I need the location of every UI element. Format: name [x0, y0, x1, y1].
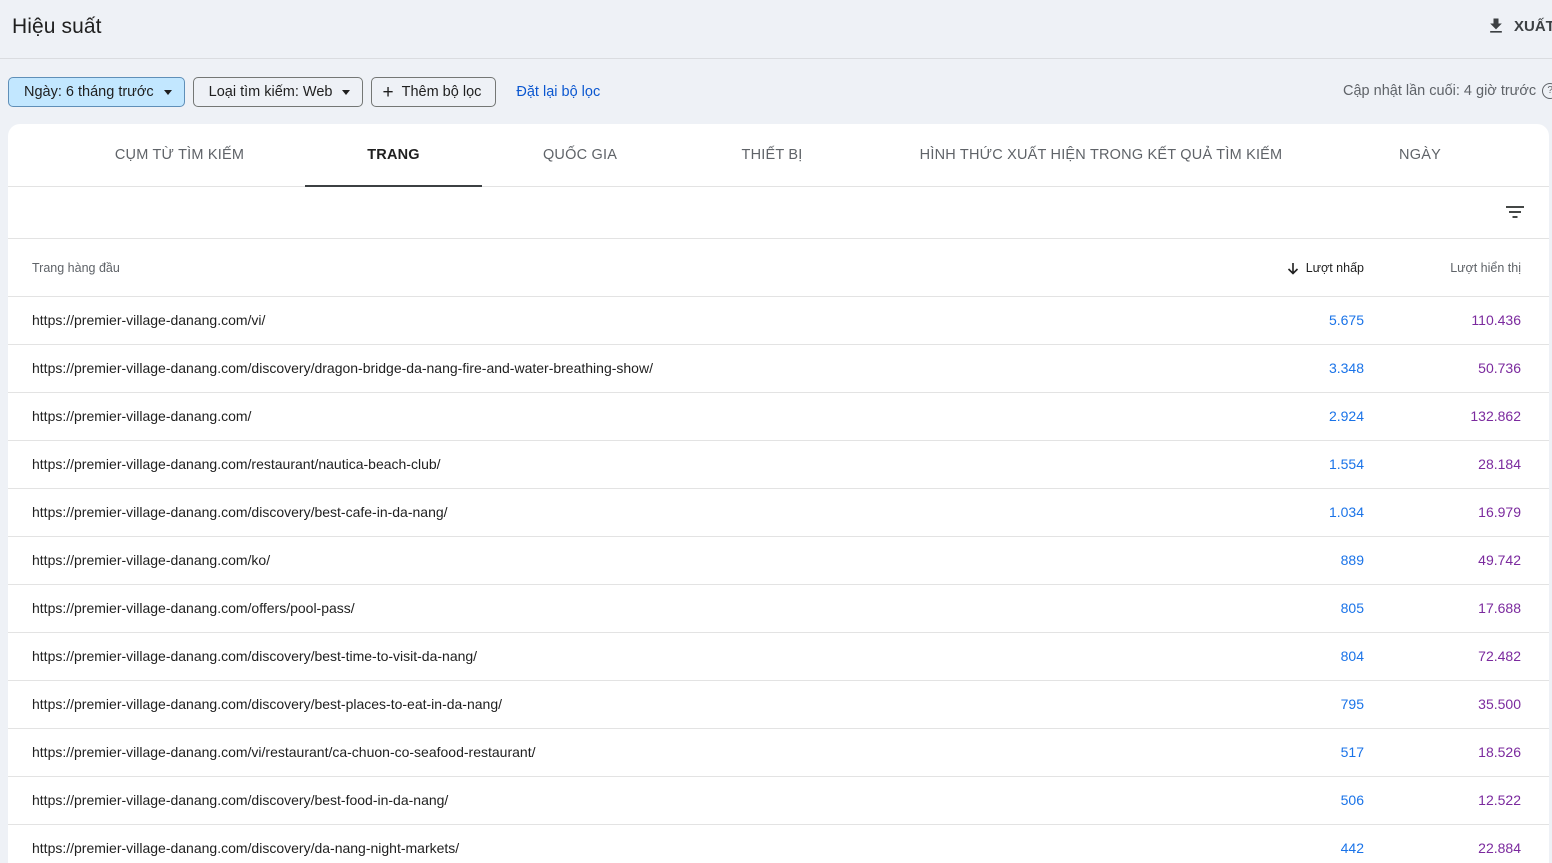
tab-pages[interactable]: TRANG	[305, 124, 482, 187]
reset-filters-link[interactable]: Đặt lại bộ lọc	[516, 84, 600, 100]
impressions-value: 132.862	[1470, 408, 1521, 424]
filter-bar: Ngày: 6 tháng trước Loại tìm kiếm: Web +…	[8, 76, 600, 108]
dimension-tabs: CỤM TỪ TÌM KIẾM TRANG QUỐC GIA THIẾT BỊ …	[8, 124, 1549, 187]
page-url: https://premier-village-danang.com/disco…	[32, 648, 478, 664]
clicks-value: 804	[1340, 648, 1364, 664]
clicks-value: 1.034	[1328, 504, 1364, 520]
impressions-value: 72.482	[1478, 648, 1521, 664]
clicks-value: 5.675	[1328, 312, 1364, 328]
clicks-value: 1.554	[1328, 456, 1364, 472]
table-row[interactable]: https://premier-village-danang.com/disco…	[8, 681, 1549, 729]
table-row[interactable]: https://premier-village-danang.com/offer…	[8, 585, 1549, 633]
date-filter-label: Ngày: 6 tháng trước	[24, 84, 154, 100]
tab-dates[interactable]: NGÀY	[1399, 124, 1441, 186]
export-label: XUẤT	[1514, 17, 1552, 35]
clicks-value: 889	[1340, 552, 1364, 568]
page-title: Hiệu suất	[12, 15, 102, 38]
impressions-value: 16.979	[1478, 504, 1521, 520]
table-row[interactable]: https://premier-village-danang.com/resta…	[8, 441, 1549, 489]
tab-label: HÌNH THỨC XUẤT HIỆN TRONG KẾT QUẢ TÌM KI…	[919, 147, 1283, 163]
filter-list-icon[interactable]	[1504, 202, 1526, 222]
last-updated-text: Cập nhật lần cuối: 4 giờ trước	[1343, 83, 1537, 99]
table-row[interactable]: https://premier-village-danang.com/disco…	[8, 825, 1549, 863]
tab-countries[interactable]: QUỐC GIA	[542, 124, 618, 186]
tab-devices[interactable]: THIẾT BỊ	[741, 124, 803, 186]
table-row[interactable]: https://premier-village-danang.com/vi/ 5…	[8, 297, 1549, 345]
table-body: https://premier-village-danang.com/vi/ 5…	[8, 297, 1549, 863]
page-header: Hiệu suất XUẤT	[0, 0, 1552, 59]
impressions-value: 49.742	[1478, 552, 1521, 568]
column-header-clicks-label: Lượt nhấp	[1305, 261, 1364, 275]
page-url: https://premier-village-danang.com/disco…	[32, 360, 653, 376]
page-url: https://premier-village-danang.com/disco…	[32, 504, 448, 520]
table-row[interactable]: https://premier-village-danang.com/disco…	[8, 345, 1549, 393]
tab-label: TRANG	[367, 147, 420, 163]
tab-queries[interactable]: CỤM TỪ TÌM KIẾM	[114, 124, 245, 186]
clicks-value: 517	[1340, 744, 1364, 760]
table-row[interactable]: https://premier-village-danang.com/disco…	[8, 633, 1549, 681]
caret-down-icon	[163, 89, 172, 95]
impressions-value: 12.522	[1478, 792, 1521, 808]
clicks-value: 442	[1340, 840, 1364, 856]
page-url: https://premier-village-danang.com/offer…	[32, 600, 355, 616]
impressions-value: 50.736	[1478, 360, 1521, 376]
search-type-chip[interactable]: Loại tìm kiếm: Web	[192, 77, 364, 107]
impressions-value: 110.436	[1471, 312, 1521, 328]
table-row[interactable]: https://premier-village-danang.com/disco…	[8, 777, 1549, 825]
page-url: https://premier-village-danang.com/	[32, 408, 252, 424]
plus-icon: +	[382, 81, 394, 103]
clicks-value: 805	[1340, 600, 1364, 616]
tab-search-appearance[interactable]: HÌNH THỨC XUẤT HIỆN TRONG KẾT QUẢ TÌM KI…	[920, 124, 1282, 186]
tab-label: QUỐC GIA	[542, 147, 618, 163]
impressions-value: 28.184	[1478, 456, 1521, 472]
last-updated: Cập nhật lần cuối: 4 giờ trước ?	[1343, 83, 1552, 99]
table-row[interactable]: https://premier-village-danang.com/vi/re…	[8, 729, 1549, 777]
arrow-down-icon	[1287, 262, 1298, 275]
date-filter-chip[interactable]: Ngày: 6 tháng trước	[8, 77, 185, 107]
table-row[interactable]: https://premier-village-danang.com/ 2.92…	[8, 393, 1549, 441]
export-button[interactable]: XUẤT	[1486, 16, 1552, 36]
page-url: https://premier-village-danang.com/vi/re…	[32, 744, 536, 760]
add-filter-label: Thêm bộ lọc	[401, 84, 482, 100]
impressions-value: 35.500	[1478, 696, 1521, 712]
table-toolbar	[8, 187, 1549, 239]
page-url: https://premier-village-danang.com/disco…	[32, 696, 502, 712]
tab-label: THIẾT BỊ	[741, 147, 803, 163]
column-header-clicks[interactable]: Lượt nhấp	[1287, 261, 1364, 275]
help-circle-icon[interactable]: ?	[1542, 83, 1552, 99]
impressions-value: 17.688	[1478, 600, 1521, 616]
tab-label: CỤM TỪ TÌM KIẾM	[114, 147, 245, 163]
table-row[interactable]: https://premier-village-danang.com/ko/ 8…	[8, 537, 1549, 585]
impressions-value: 18.526	[1478, 744, 1521, 760]
page-url: https://premier-village-danang.com/disco…	[32, 840, 460, 856]
page-url: https://premier-village-danang.com/disco…	[32, 792, 449, 808]
column-header-impressions[interactable]: Lượt hiển thị	[1450, 261, 1521, 275]
tab-label: NGÀY	[1399, 147, 1441, 163]
clicks-value: 795	[1340, 696, 1364, 712]
column-header-page[interactable]: Trang hàng đầu	[32, 261, 120, 275]
table-row[interactable]: https://premier-village-danang.com/disco…	[8, 489, 1549, 537]
page-url: https://premier-village-danang.com/resta…	[32, 456, 441, 472]
download-icon	[1490, 18, 1502, 33]
add-filter-button[interactable]: + Thêm bộ lọc	[371, 77, 497, 107]
clicks-value: 2.924	[1328, 408, 1364, 424]
performance-page: Hiệu suất XUẤT Ngày: 6 tháng trước Loại …	[0, 0, 1552, 863]
page-url: https://premier-village-danang.com/vi/	[32, 312, 266, 328]
clicks-value: 3.348	[1328, 360, 1364, 376]
table-header: Trang hàng đầu Lượt nhấp Lượt hiển thị	[8, 239, 1549, 297]
report-card: CỤM TỪ TÌM KIẾM TRANG QUỐC GIA THIẾT BỊ …	[8, 124, 1549, 863]
page-url: https://premier-village-danang.com/ko/	[32, 552, 271, 568]
clicks-value: 506	[1340, 792, 1364, 808]
search-type-label: Loại tìm kiếm: Web	[208, 84, 333, 100]
impressions-value: 22.884	[1478, 840, 1521, 856]
caret-down-icon	[342, 89, 351, 95]
